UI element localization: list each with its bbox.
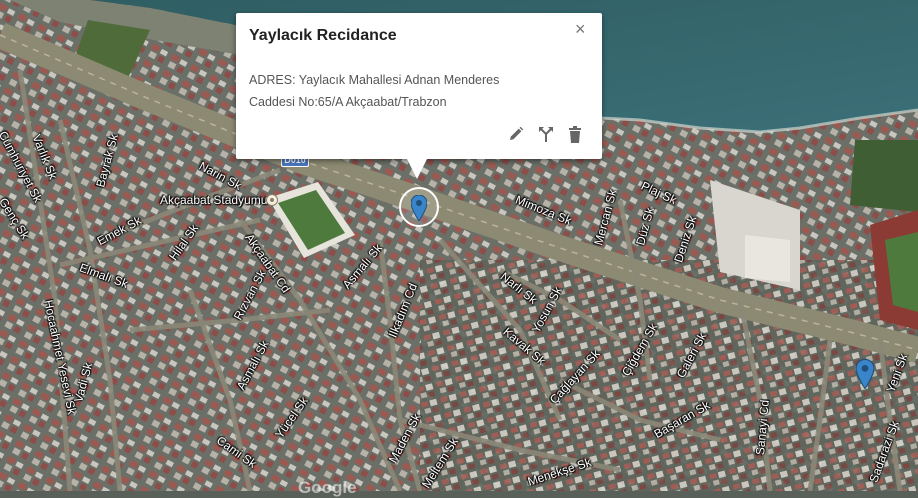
close-icon[interactable]: × — [575, 20, 586, 38]
google-logo: Google — [298, 478, 357, 497]
route-icon[interactable] — [538, 126, 556, 144]
address-line: ADRES: Yaylacık Mahallesi Adnan Menderes — [249, 73, 500, 87]
place-address: ADRES: Yaylacık Mahallesi Adnan Menderes… — [249, 69, 589, 113]
building-roof — [745, 235, 790, 282]
stadium-icon[interactable] — [266, 194, 278, 206]
info-window: Yaylacık Recidance × ADRES: Yaylacık Mah… — [236, 13, 602, 179]
info-window-pointer — [407, 159, 427, 179]
map-pin-icon — [856, 359, 874, 389]
location-marker[interactable] — [856, 359, 874, 389]
place-title: Yaylacık Recidance — [249, 27, 397, 44]
edit-icon[interactable] — [508, 126, 526, 144]
street-label: Akçaabat Stadyumu — [160, 193, 268, 207]
map-pin-icon — [411, 195, 427, 221]
delete-icon[interactable] — [567, 126, 585, 144]
address-line: Caddesi No:65/A Akçaabat/Trabzon — [249, 95, 447, 109]
selected-location-marker[interactable] — [399, 187, 439, 227]
sports-field-north — [850, 140, 918, 212]
